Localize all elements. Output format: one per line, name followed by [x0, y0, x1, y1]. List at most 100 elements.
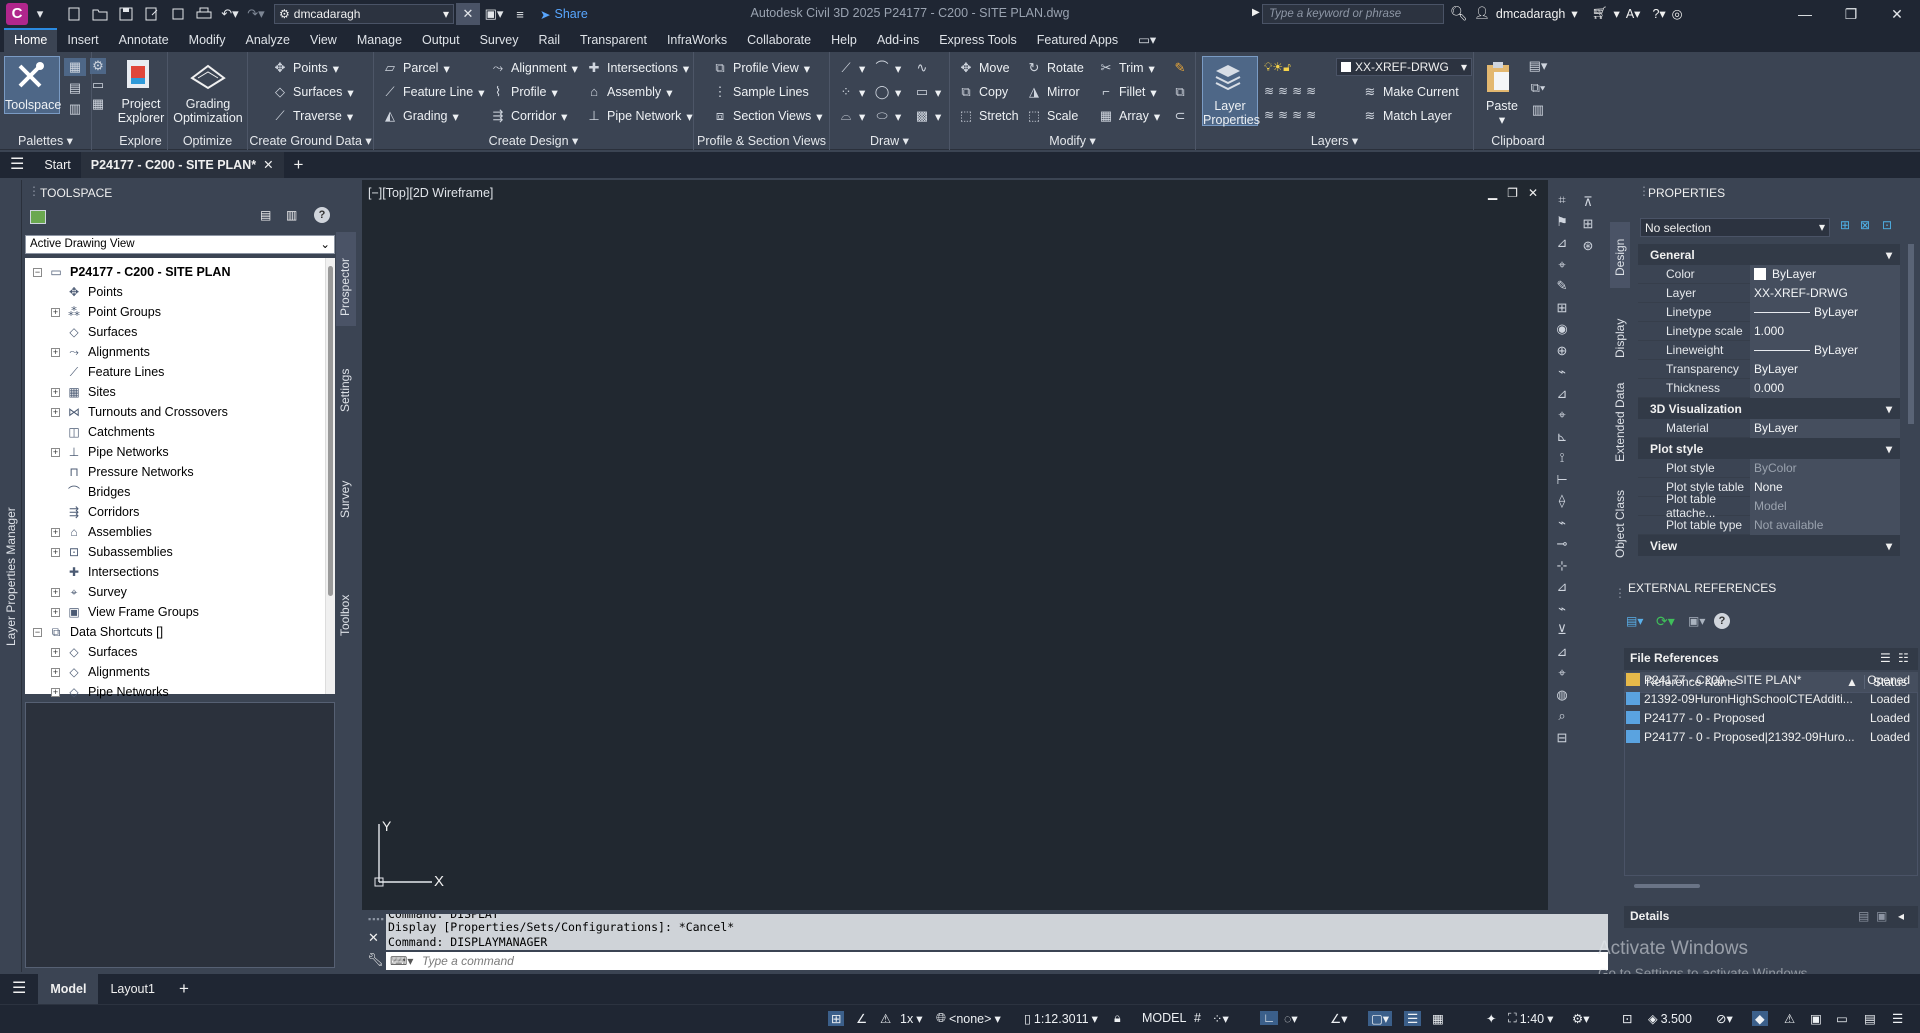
attach-dwg-icon[interactable]: ▤▾ — [1626, 614, 1643, 628]
cut-icon[interactable]: ▤▾ — [1529, 58, 1548, 74]
clean-screen-icon[interactable]: ▭ — [1836, 1011, 1848, 1026]
app-menu-chevron-icon[interactable]: ▾ — [28, 3, 52, 25]
tree-scrollbar[interactable] — [325, 258, 335, 694]
transparent-command-icon[interactable]: ⌖ — [1554, 665, 1570, 681]
scale-button[interactable]: ⬚ Scale — [1026, 108, 1078, 124]
expand-toggle-icon[interactable]: + — [51, 547, 60, 557]
quick-select-icon[interactable]: ⊡ — [1882, 218, 1892, 232]
offset-tool[interactable]: ⊂ — [1172, 108, 1188, 124]
tree-item-pipe-networks[interactable]: + ⊥ Pipe Networks — [51, 442, 169, 462]
tab-featured-apps[interactable]: Featured Apps — [1027, 28, 1128, 52]
tab-output[interactable]: Output — [412, 28, 470, 52]
transparent-command-icon[interactable]: ⊹ — [1554, 558, 1570, 574]
intersections-button[interactable]: ✚ Intersections ▾ — [586, 60, 690, 76]
panorama-icon[interactable]: ▥ — [286, 208, 297, 222]
tab-modify[interactable]: Modify — [179, 28, 236, 52]
save-as-icon[interactable] — [140, 3, 164, 25]
command-input[interactable]: ⌨▾ Type a command — [386, 952, 1608, 970]
point-tool[interactable]: ⁘ ▾ — [838, 84, 866, 100]
tool-palette-icon[interactable]: ▤ — [64, 79, 86, 97]
minimize-icon[interactable]: ▁ — [1488, 186, 1497, 200]
transparent-command-icon[interactable]: ⌁ — [1554, 515, 1570, 531]
property-value[interactable]: None — [1750, 477, 1900, 497]
hamburger-menu-icon[interactable]: ☰ — [0, 152, 34, 178]
property-value[interactable]: ByLayer — [1750, 359, 1900, 379]
warning-icon[interactable]: ⚠ — [1784, 1011, 1795, 1026]
shortcut-icon[interactable]: ▥ — [64, 100, 86, 118]
tree-item-subassemblies[interactable]: + ⊡ Subassemblies — [51, 542, 173, 562]
properties-scrollbar[interactable] — [1908, 244, 1914, 424]
tree-item-sites[interactable]: + ▦ Sites — [51, 382, 116, 402]
layer-on-icon[interactable]: 💡︎☀🔓︎ — [1264, 60, 1291, 75]
property-value[interactable]: Not available — [1750, 515, 1900, 535]
help-icon[interactable]: ? — [1714, 613, 1730, 629]
ortho-mode-icon[interactable]: ∟ — [1260, 1011, 1279, 1025]
expand-toggle-icon[interactable]: + — [51, 587, 60, 597]
parcel-button[interactable]: ▱ Parcel ▾ — [382, 60, 450, 76]
units-control[interactable]: ◈ 3.500 — [1648, 1011, 1692, 1027]
tree-item-point-groups[interactable]: + ⁂ Point Groups — [51, 302, 161, 322]
layer-state-icon[interactable]: ▣▾ — [482, 3, 506, 25]
new-tab-plus-icon[interactable]: + — [284, 152, 314, 178]
details-icon[interactable]: ▤ — [1858, 909, 1869, 923]
match-properties-icon[interactable]: ▥ — [1530, 102, 1546, 118]
tab-annotate[interactable]: Annotate — [109, 28, 179, 52]
section-view[interactable]: View ▾ — [1638, 535, 1900, 556]
tab-home[interactable]: Home — [4, 28, 58, 52]
collapse-icon[interactable]: ◂ — [1898, 909, 1904, 923]
alignment-button[interactable]: ⤳ Alignment ▾ — [490, 60, 578, 76]
scale-control[interactable]: ▯ 1:12.3011 ▾ — [1024, 1011, 1098, 1027]
expand-toggle-icon[interactable]: − — [33, 267, 42, 277]
section-views-button[interactable]: ⧈ Section Views ▾ — [712, 108, 823, 124]
transparent-command-icon[interactable]: ⊢ — [1554, 472, 1570, 488]
expand-toggle-icon[interactable]: + — [51, 607, 60, 617]
rotate-button[interactable]: ↻ Rotate — [1026, 60, 1084, 76]
section-viz[interactable]: 3D Visualization ▾ — [1638, 398, 1900, 419]
object-snap-tracking-icon[interactable]: ∠▾ — [1330, 1011, 1347, 1026]
tree-item-turnouts-and-crossovers[interactable]: + ⋈ Turnouts and Crossovers — [51, 402, 228, 422]
plot-icon[interactable] — [192, 3, 216, 25]
selection-dropdown[interactable]: No selection ▾ — [1640, 218, 1830, 237]
expand-toggle-icon[interactable]: + — [51, 347, 60, 357]
expand-toggle-icon[interactable]: + — [51, 647, 60, 657]
annotation-visibility-icon[interactable]: ✦ — [1486, 1011, 1496, 1026]
tab-object-class[interactable]: Object Class — [1610, 472, 1630, 562]
rectangle-tool[interactable]: ▭ ▾ — [914, 84, 941, 100]
transparent-command-icon[interactable]: ⊟ — [1554, 730, 1570, 746]
transparency-icon[interactable]: ▦ — [1432, 1011, 1444, 1026]
property-value[interactable]: 0.000 — [1750, 378, 1900, 398]
copy-button[interactable]: ⧉ Copy — [958, 84, 1008, 100]
search-icon[interactable]: 🔍︎ — [1450, 5, 1468, 22]
graphics-icon[interactable]: ▤ — [1864, 1011, 1876, 1026]
move-button[interactable]: ✥ Move — [958, 60, 1010, 76]
command-prompt-icon[interactable]: ⌨▾ — [390, 952, 413, 970]
tree-root-drawing[interactable]: − ▭ P24177 - C200 - SITE PLAN — [33, 262, 230, 282]
new-layout-plus-icon[interactable]: + — [167, 974, 201, 1004]
make-current-button[interactable]: ≋ Make Current — [1362, 84, 1459, 100]
maximize-icon[interactable]: ❐ — [1828, 0, 1874, 28]
layer-dropdown[interactable]: XX-XREF-DRWG ▾ — [1336, 58, 1472, 76]
snap-scale-control[interactable]: 1x ▾ — [900, 1011, 922, 1027]
property-row[interactable]: Plot table attache... Model — [1638, 492, 1900, 520]
geometry-editor-icon[interactable]: ⊼ — [1580, 194, 1596, 210]
palettes-footer[interactable]: Palettes ▾ — [0, 132, 91, 150]
help-icon[interactable]: ? — [314, 207, 330, 223]
workspace-tools-icon[interactable]: ✕ — [456, 3, 480, 25]
sample-lines-button[interactable]: ⋮ Sample Lines — [712, 84, 809, 100]
tree-item-survey[interactable]: + ⌖ Survey — [51, 582, 127, 602]
property-value[interactable]: ByLayer — [1750, 302, 1900, 322]
user-account[interactable]: 👤︎ dmcadaragh ▾ 🛒︎ ▾ A▾ ?▾ ◎ — [1474, 6, 1683, 21]
grading-optimization-button[interactable]: Grading Optimization — [170, 54, 246, 125]
tree-item-assemblies[interactable]: + ⌂ Assemblies — [51, 522, 152, 542]
copy-clip-icon[interactable]: ⧉▾ — [1530, 80, 1546, 96]
transparent-command-icon[interactable]: ⌖ — [1554, 407, 1570, 423]
xref-hscroll[interactable] — [1624, 884, 1918, 890]
wrench-icon[interactable]: 🔧︎ — [367, 952, 384, 968]
toolspace-button[interactable]: Toolspace — [4, 56, 61, 114]
transparent-command-icon[interactable]: ◉ — [1554, 321, 1570, 337]
grip-icon[interactable]: ⋮ — [1614, 586, 1626, 600]
transparent-command-icon[interactable]: ⟟ — [1554, 450, 1570, 466]
tree-view-icon[interactable]: ☷ — [1898, 651, 1909, 665]
expand-toggle-icon[interactable]: + — [51, 527, 60, 537]
grading-button[interactable]: ◭ Grading ▾ — [382, 108, 459, 124]
